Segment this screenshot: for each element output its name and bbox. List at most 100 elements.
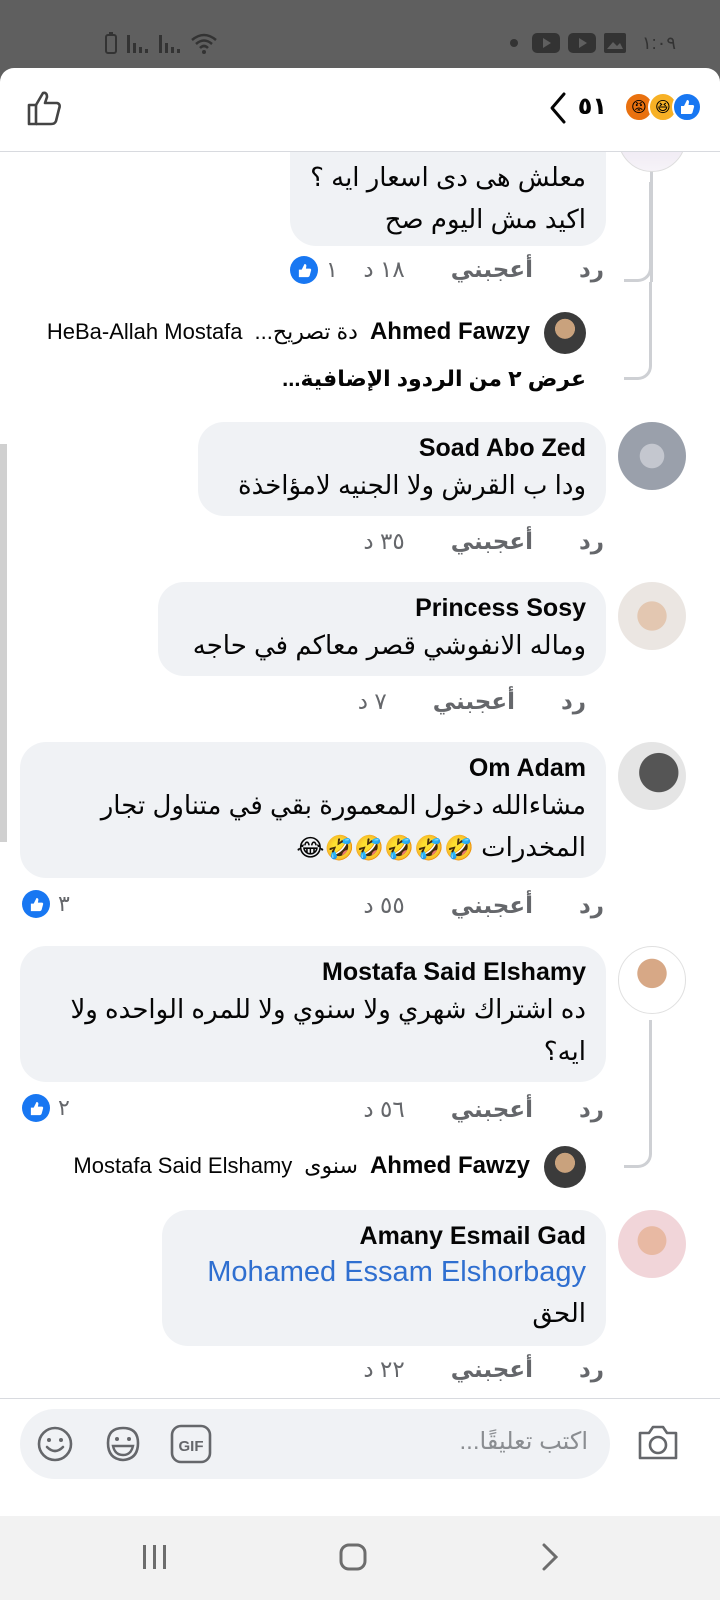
comment-time: ١٨ د [363,256,405,282]
comment-like-badge[interactable]: ٢ [22,1094,70,1122]
like-button[interactable]: أعجبني [433,688,515,715]
thread-connector [624,182,652,282]
reply-button[interactable]: رد [561,688,586,715]
gif-icon[interactable]: GIF [170,1424,212,1464]
reply-button[interactable]: رد [579,528,604,555]
avatar[interactable] [618,742,686,810]
avatar[interactable] [618,582,686,650]
avatar[interactable] [544,1146,586,1188]
comment-actions: ٣٥ د أعجبني رد [363,528,604,555]
comment-actions: ٧ د أعجبني رد [358,688,586,715]
signal-icon-1 [127,35,148,53]
comment-text: ايه؟ [543,1036,586,1066]
view-more-replies-link[interactable]: عرض ٢ من الردود الإضافية... [282,366,586,392]
comment-time: ٢٢ د [363,1356,405,1382]
thread-connector [624,282,652,380]
reply-line[interactable]: Ahmed Fawzy دة تصريح... HeBa-Allah Mosta… [47,318,530,346]
comment-time: ٧ د [357,688,387,714]
avatar[interactable] [618,1210,686,1278]
comments-sheet: ٥١ 😆 😡 معلش هى دى اسعار ايه ؟ اكيد مش ال… [0,68,720,1516]
comment-actions: ٥٥ د أعجبني رد [363,892,604,919]
chevron-left-icon[interactable] [546,90,570,126]
svg-text:GIF: GIF [179,1438,204,1455]
youtube-icon-2 [568,33,596,53]
comment-text: ودا ب القرش ولا الجنيه لامؤاخذة [237,470,586,500]
reply-mention[interactable]: HeBa-Allah Mostafa [47,319,243,345]
status-right-icons [510,32,626,54]
like-button[interactable]: أعجبني [451,528,533,555]
mention-link[interactable]: Mohamed Essam Elshorbagy [182,1252,586,1292]
reply-button[interactable]: رد [579,892,604,919]
emoji-icon[interactable] [36,1425,74,1463]
like-button[interactable]: أعجبني [451,256,533,283]
like-button[interactable]: أعجبني [451,1356,533,1383]
comment-actions: ٢٢ د أعجبني رد [363,1356,604,1383]
like-button[interactable]: أعجبني [451,892,533,919]
comment-text: ده اشتراك شهري ولا سنوي ولا للمره الواحد… [70,994,586,1024]
comment-author[interactable]: Mostafa Said Elshamy [40,956,586,988]
like-reaction-icon [22,890,50,918]
youtube-icon [532,33,560,53]
comments-list[interactable]: معلش هى دى اسعار ايه ؟ اكيد مش اليوم صح … [0,152,720,1398]
comment-bubble[interactable]: Amany Esmail Gad Mohamed Essam Elshorbag… [162,1210,606,1346]
status-time: ١:٠٩ [642,33,677,53]
avatar[interactable] [618,152,686,172]
reply-author[interactable]: Ahmed Fawzy [370,318,530,346]
comment-actions: ١٨ د أعجبني رد [363,256,604,283]
like-count: ٣ [58,891,70,916]
system-nav-bar [0,1516,720,1600]
comment-author[interactable]: Amany Esmail Gad [182,1220,586,1252]
comment-text: الحق [532,1298,586,1328]
back-icon[interactable] [538,1542,562,1572]
reply-button[interactable]: رد [579,256,604,283]
avatar[interactable] [544,312,586,354]
comment-text: وماله الانفوشي قصر معاكم في حاجه [192,630,586,660]
recent-apps-icon[interactable] [140,1542,170,1572]
reply-button[interactable]: رد [579,1356,604,1383]
comment-author[interactable]: Princess Sosy [178,592,586,624]
comment-input-box[interactable]: GIF اكتب تعليقًا... [20,1409,610,1479]
sticker-icon[interactable] [102,1423,144,1465]
reaction-icons[interactable]: 😆 😡 [624,92,702,122]
like-count: ١ [326,257,338,282]
thread-connector [624,1020,652,1168]
home-icon[interactable] [338,1542,368,1572]
comment-compose-bar: GIF اكتب تعليقًا... [0,1398,720,1516]
reply-mention[interactable]: Mostafa Said Elshamy [73,1153,292,1179]
thumbs-up-outline-icon[interactable] [24,88,64,128]
comment-bubble[interactable]: Mostafa Said Elshamy ده اشتراك شهري ولا … [20,946,606,1082]
comment-text: اكيد مش اليوم صح [384,204,586,234]
like-reaction-icon [22,1094,50,1122]
like-reaction-icon [672,92,702,122]
comment-bubble[interactable]: معلش هى دى اسعار ايه ؟ اكيد مش اليوم صح [290,152,606,246]
reply-text: سنوى [304,1153,358,1178]
comment-time: ٥٥ د [363,892,405,918]
avatar[interactable] [618,946,686,1014]
like-count: ٢ [58,1095,70,1120]
reply-button[interactable]: رد [579,1096,604,1123]
scrollbar[interactable] [0,444,7,842]
comment-bubble[interactable]: Princess Sosy وماله الانفوشي قصر معاكم ف… [158,582,606,676]
wifi-icon [191,33,217,54]
emoji-group: 🤣🤣🤣🤣🤣😂 [296,835,474,862]
reply-line[interactable]: Ahmed Fawzy سنوى Mostafa Said Elshamy [73,1152,530,1180]
comment-like-badge[interactable]: ١ [290,256,338,284]
comment-text: مشاءالله دخول المعمورة بقي في متناول تجا… [100,790,586,820]
like-button[interactable]: أعجبني [451,1096,533,1123]
dot-icon [510,39,518,47]
reaction-count[interactable]: ٥١ [578,92,607,121]
comment-like-badge[interactable]: ٣ [22,890,70,918]
comment-bubble[interactable]: Soad Abo Zed ودا ب القرش ولا الجنيه لامؤ… [198,422,606,516]
comment-author[interactable]: Om Adam [40,752,586,784]
gallery-icon [604,33,626,53]
reply-author[interactable]: Ahmed Fawzy [370,1152,530,1180]
comment-author[interactable]: Soad Abo Zed [218,432,586,464]
comment-input[interactable]: اكتب تعليقًا... [460,1427,588,1456]
comment-text: معلش هى دى اسعار ايه ؟ [310,162,586,192]
avatar[interactable] [618,422,686,490]
camera-icon[interactable] [636,1421,680,1463]
reply-text: دة تصريح... [254,319,358,344]
comment-bubble[interactable]: Om Adam مشاءالله دخول المعمورة بقي في مت… [20,742,606,878]
comment-actions: ٥٦ د أعجبني رد [363,1096,604,1123]
signal-icon-2 [159,35,180,53]
